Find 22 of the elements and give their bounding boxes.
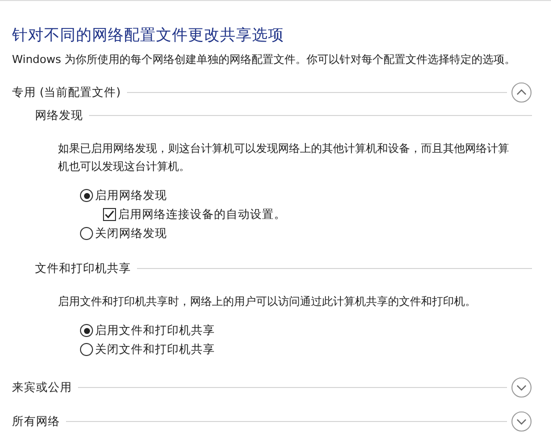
page-title: 针对不同的网络配置文件更改共享选项 <box>12 25 285 46</box>
section-header: 专用 (当前配置文件) <box>12 84 121 100</box>
radio-button[interactable] <box>80 324 93 337</box>
section-header: 来宾或公用 <box>12 380 72 394</box>
radio-label[interactable]: 启用网络发现 <box>95 188 167 203</box>
radio-button[interactable] <box>80 343 93 356</box>
radio-label[interactable]: 关闭文件和打印机共享 <box>95 342 215 357</box>
subsection-header: 文件和打印机共享 <box>35 260 131 276</box>
radio-button[interactable] <box>80 189 93 202</box>
section-header: 所有网络 <box>12 414 60 428</box>
expand-icon[interactable] <box>511 410 532 432</box>
subsection-description: 启用文件和打印机共享时，网络上的用户可以访问通过此计算机共享的文件和打印机。 <box>58 294 477 310</box>
collapse-icon[interactable] <box>511 82 532 102</box>
radio-label[interactable]: 关闭网络发现 <box>95 226 167 241</box>
radio-label[interactable]: 启用文件和打印机共享 <box>95 323 215 338</box>
checkbox[interactable] <box>103 208 116 221</box>
subsection-description: 如果已启用网络发现，则这台计算机可以发现网络上的其他计算机和设备，而且其他网络计算机也可以发现这台计算机。 <box>58 141 510 175</box>
subsection-header: 网络发现 <box>35 108 83 122</box>
expand-icon[interactable] <box>511 376 532 398</box>
page-description: Windows 为你所使用的每个网络创建单独的网络配置文件。你可以针对每个配置文件选择特定的选项。 <box>12 52 517 68</box>
checkbox-label[interactable]: 启用网络连接设备的自动设置。 <box>118 207 286 222</box>
radio-button[interactable] <box>80 227 93 240</box>
